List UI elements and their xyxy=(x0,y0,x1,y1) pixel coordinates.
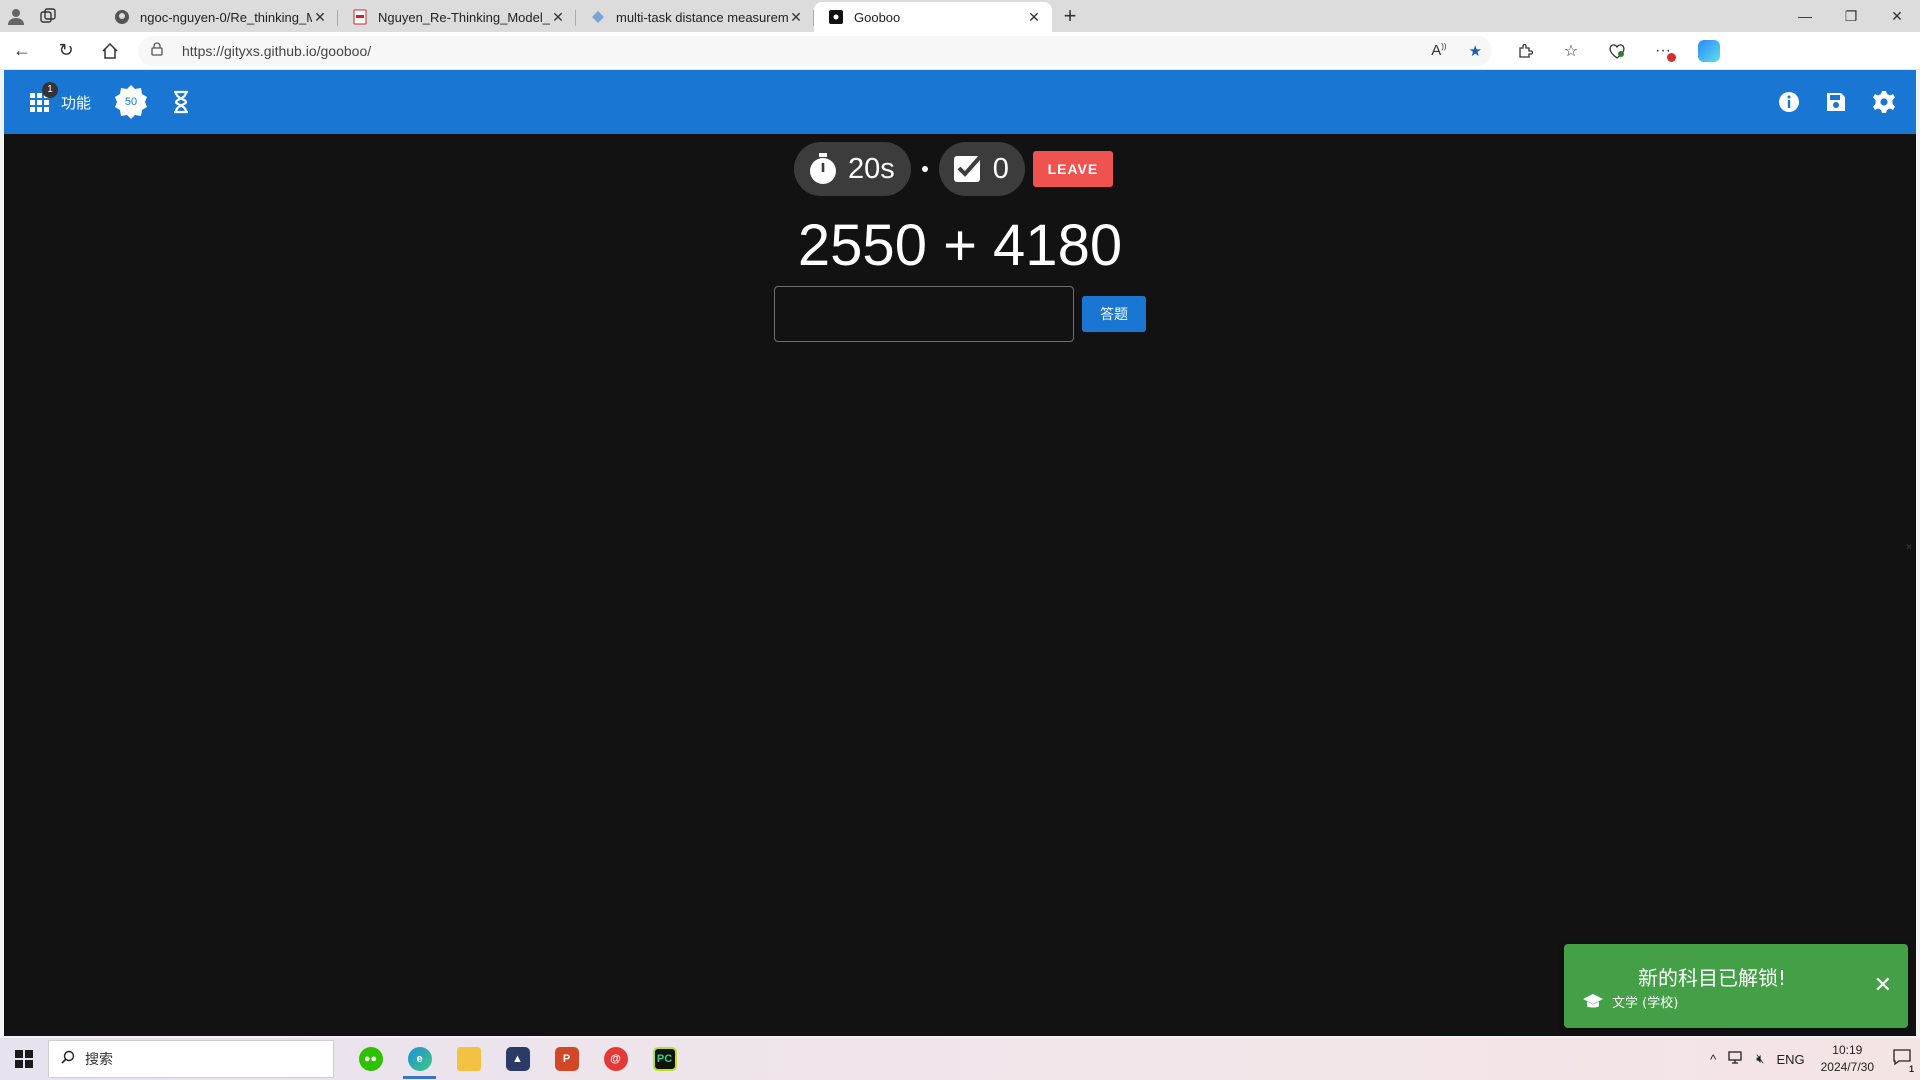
unlock-notification: 新的科目已解锁! 文学 (学校) ✕ xyxy=(1564,944,1908,1028)
score-chip: 0 xyxy=(938,142,1025,196)
search-placeholder: 搜索 xyxy=(85,1052,113,1068)
notification-center-icon[interactable]: 1 xyxy=(1884,1048,1920,1074)
more-options-icon[interactable]: ··· xyxy=(1640,32,1686,70)
taskbar-search-box[interactable]: 搜索 xyxy=(48,1040,334,1078)
pdf-icon xyxy=(352,9,368,25)
refresh-icon[interactable]: ↻ xyxy=(44,32,88,70)
cat-icon: ▲ xyxy=(505,1047,530,1071)
diamond-icon xyxy=(590,9,606,25)
cat-app[interactable]: ▲ xyxy=(493,1038,542,1080)
profile-icon[interactable] xyxy=(0,0,32,32)
lock-icon[interactable] xyxy=(142,42,172,59)
notification-title: 新的科目已解锁! xyxy=(1637,966,1787,990)
gooboo-icon xyxy=(828,9,844,25)
app-header: 1 功能 50 xyxy=(4,70,1916,134)
github-icon xyxy=(114,9,130,25)
stats-bar: 20s 0 LEAVE xyxy=(794,142,1113,196)
favorites-icon[interactable]: ☆ xyxy=(1548,32,1594,70)
network-icon[interactable] xyxy=(1728,1050,1744,1068)
settings-gear-icon[interactable] xyxy=(1872,90,1896,114)
minimize-icon[interactable]: — xyxy=(1782,0,1828,32)
new-tab-button[interactable]: + xyxy=(1052,1,1088,31)
powerpoint-icon: P xyxy=(554,1047,579,1071)
restore-icon[interactable]: ❐ xyxy=(1828,0,1874,32)
answer-input[interactable] xyxy=(774,286,1074,342)
favorite-star-icon[interactable]: ★ xyxy=(1469,42,1482,60)
notification-subtitle: 文学 (学校) xyxy=(1612,996,1679,1011)
timer-value: 20s xyxy=(848,152,895,185)
save-icon[interactable] xyxy=(1826,92,1846,112)
features-button[interactable]: 1 功能 xyxy=(30,81,92,113)
wechat-icon: ●● xyxy=(358,1047,383,1071)
features-label: 功能 xyxy=(61,94,92,112)
home-icon[interactable] xyxy=(88,32,132,70)
features-badge: 1 xyxy=(42,81,58,98)
tab-title: Gooboo xyxy=(854,9,901,25)
system-tray: ^ 🔇︎ ENG 10:19 2024/7/30 1 xyxy=(1704,1038,1920,1080)
score-value: 0 xyxy=(992,152,1009,185)
clock-date: 2024/7/30 xyxy=(1820,1060,1874,1074)
red-swirl-app[interactable]: @ xyxy=(591,1038,640,1080)
clock-time: 10:19 xyxy=(1832,1043,1863,1057)
extensions-icon[interactable] xyxy=(1502,32,1548,70)
graduation-cap-icon xyxy=(1583,993,1603,1007)
stopwatch-icon xyxy=(810,153,836,184)
level-seal[interactable]: 50 xyxy=(113,84,149,120)
tab-title: ngoc-nguyen-0/Re_thinking_ML xyxy=(140,9,312,25)
scroll-edge-mark: × xyxy=(1906,542,1912,553)
game-area: 20s 0 LEAVE 2550 + 4180 答题 × xyxy=(4,134,1916,1036)
url-text[interactable]: https://gityxs.github.io/gooboo/ xyxy=(182,43,371,59)
search-icon xyxy=(61,1050,75,1068)
leave-button[interactable]: LEAVE xyxy=(1032,151,1113,187)
tab-title: Nguyen_Re-Thinking_Model_Inv xyxy=(378,9,550,25)
info-icon[interactable] xyxy=(1778,91,1800,113)
close-icon[interactable]: ✕ xyxy=(788,9,804,26)
powerpoint-app[interactable]: P xyxy=(542,1038,591,1080)
timer-chip: 20s xyxy=(794,142,911,196)
tab-pdf[interactable]: Nguyen_Re-Thinking_Model_Inv ✕ xyxy=(338,2,576,32)
tab-gooboo[interactable]: Gooboo ✕ xyxy=(814,2,1052,32)
taskbar-apps: ●● e ▲ P @ PC xyxy=(346,1038,689,1080)
taskbar-clock[interactable]: 10:19 2024/7/30 xyxy=(1821,1042,1874,1076)
address-bar[interactable]: https://gityxs.github.io/gooboo/ A)) ★ xyxy=(138,35,1492,66)
language-indicator[interactable]: ENG xyxy=(1776,1052,1804,1067)
edge-icon: e xyxy=(407,1047,432,1071)
level-value: 50 xyxy=(124,96,138,108)
pycharm-app[interactable]: PC xyxy=(640,1038,689,1080)
close-window-icon[interactable]: ✕ xyxy=(1874,0,1920,32)
math-problem: 2550 + 4180 xyxy=(797,213,1123,278)
copilot-icon[interactable] xyxy=(1686,32,1732,70)
windows-start-icon[interactable] xyxy=(0,1038,48,1080)
hourglass-icon[interactable] xyxy=(171,90,191,114)
workspaces-icon[interactable] xyxy=(32,0,64,32)
wechat-app[interactable]: ●● xyxy=(346,1038,395,1080)
browser-essentials-icon[interactable] xyxy=(1594,32,1640,70)
browser-tab-strip: ngoc-nguyen-0/Re_thinking_ML ✕ Nguyen_Re… xyxy=(0,0,1920,32)
folder-icon xyxy=(456,1047,481,1071)
file-explorer-app[interactable] xyxy=(444,1038,493,1080)
volume-muted-icon[interactable]: 🔇︎ xyxy=(1756,1051,1764,1067)
tab-github[interactable]: ngoc-nguyen-0/Re_thinking_ML ✕ xyxy=(100,2,338,32)
tab-distance[interactable]: multi-task distance measurement ✕ xyxy=(576,2,814,32)
browser-toolbar: ← ↻ https://gityxs.github.io/gooboo/ A))… xyxy=(0,32,1920,70)
pycharm-icon: PC xyxy=(652,1047,677,1071)
notification-count: 1 xyxy=(1908,1063,1914,1074)
read-aloud-icon[interactable]: A)) xyxy=(1431,42,1446,60)
tab-title: multi-task distance measurement xyxy=(616,9,788,25)
separator-dot xyxy=(921,166,928,172)
swirl-icon: @ xyxy=(603,1047,628,1071)
close-icon[interactable]: ✕ xyxy=(1026,9,1042,26)
close-icon[interactable]: ✕ xyxy=(312,9,328,26)
windows-taskbar: 搜索 ●● e ▲ P @ PC ^ 🔇︎ ENG 10:19 2024/7/3… xyxy=(0,1038,1920,1080)
close-icon[interactable]: ✕ xyxy=(550,9,566,26)
chevron-up-icon[interactable]: ^ xyxy=(1710,1052,1716,1067)
window-controls: — ❐ ✕ xyxy=(1782,0,1920,32)
checkbox-check-icon xyxy=(953,155,982,182)
back-icon[interactable]: ← xyxy=(0,32,44,70)
close-notification-icon[interactable]: ✕ xyxy=(1874,972,1892,998)
answer-button[interactable]: 答题 xyxy=(1082,296,1146,332)
edge-app[interactable]: e xyxy=(395,1038,444,1080)
notification-subtitle-row: 文学 (学校) xyxy=(1582,992,1678,1011)
